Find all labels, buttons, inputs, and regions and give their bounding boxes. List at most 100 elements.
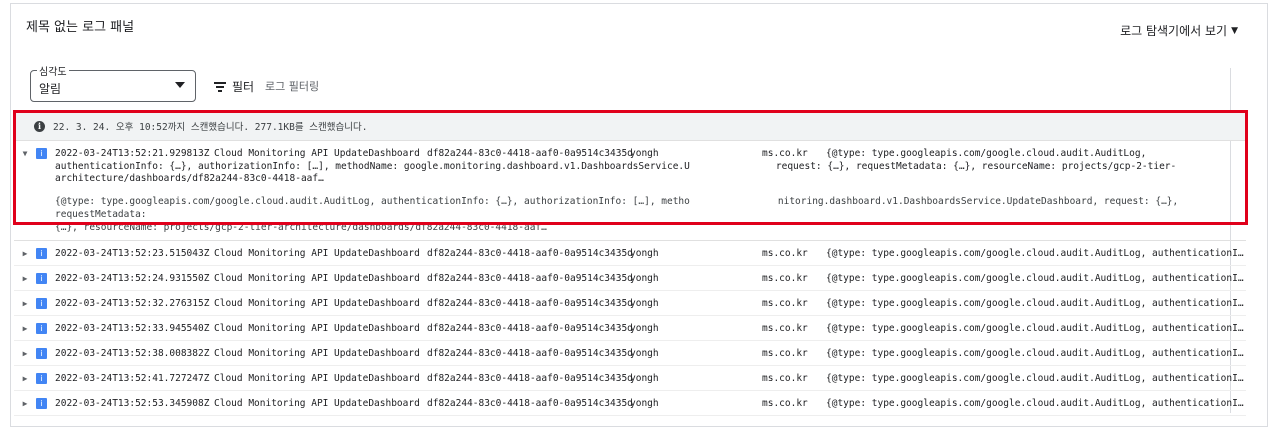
log-timestamp: 2022-03-24T13:52:53.345908Z [55, 397, 210, 409]
log-method: UpdateDashboard [334, 322, 420, 334]
log-service: Cloud Monitoring API [214, 397, 329, 409]
log-payload-line2: {…}, resourceName: projects/gcp-2-tier-a… [55, 222, 547, 233]
log-service: Cloud Monitoring API [214, 147, 329, 159]
severity-value: 알림 [39, 82, 62, 96]
expand-icon[interactable]: ▶ [14, 399, 36, 408]
log-list: i 22. 3. 24. 오후 10:52까지 스캔했습니다. 277.1KB를… [14, 112, 1246, 417]
log-resource-id: df82a244-83c0-4418-aaf0-0a9514c3435d [427, 297, 633, 309]
info-icon: i [34, 120, 45, 132]
info-severity-icon: i [36, 247, 47, 259]
log-user: yongh [630, 272, 659, 284]
log-summary-wrap: authenticationInfo: {…}, authorizationIn… [14, 161, 1246, 185]
expand-icon[interactable]: ▶ [14, 249, 36, 258]
log-timestamp: 2022-03-24T13:52:38.008382Z [55, 347, 210, 359]
info-severity-icon: i [36, 347, 47, 359]
log-summary: {@type: type.googleapis.com/google.cloud… [826, 272, 1246, 284]
log-resource-id: df82a244-83c0-4418-aaf0-0a9514c3435d [427, 347, 633, 359]
log-method: UpdateDashboard [334, 347, 420, 359]
log-method: UpdateDashboard [334, 147, 420, 159]
log-resource-id: df82a244-83c0-4418-aaf0-0a9514c3435d [427, 372, 633, 384]
log-timestamp: 2022-03-24T13:52:41.727247Z [55, 372, 210, 384]
log-timestamp: 2022-03-24T13:52:23.515043Z [55, 247, 210, 259]
log-service: Cloud Monitoring API [214, 347, 329, 359]
expand-icon[interactable]: ▶ [14, 374, 36, 383]
log-summary: {@type: type.googleapis.com/google.cloud… [826, 247, 1246, 259]
log-user: yongh [630, 247, 659, 259]
dropdown-caret-icon: ▼ [1231, 25, 1238, 36]
log-summary: {@type: type.googleapis.com/google.cloud… [826, 372, 1246, 384]
log-summary: {@type: type.googleapis.com/google.cloud… [826, 322, 1246, 334]
log-user: yongh [630, 372, 659, 384]
log-summary-line3: architecture/dashboards/df82a244-83c0-44… [55, 173, 324, 184]
log-timestamp: 2022-03-24T13:52:32.276315Z [55, 297, 210, 309]
scan-info-bar: i 22. 3. 24. 오후 10:52까지 스캔했습니다. 277.1KB를… [14, 112, 1246, 141]
chevron-down-icon [175, 82, 185, 88]
log-email-tail: ms.co.kr [762, 397, 808, 409]
log-user: yongh [630, 297, 659, 309]
log-row[interactable]: ▶i2022-03-24T13:52:56.665701ZCloud Monit… [14, 416, 1246, 417]
log-summary: {@type: type.googleapis.com/google.cloud… [826, 397, 1246, 409]
view-in-logs-explorer-button[interactable]: 로그 탐색기에서 보기 ▼ [1120, 22, 1238, 39]
log-service: Cloud Monitoring API [214, 322, 329, 334]
severity-select[interactable]: 심각도 알림 [30, 63, 196, 102]
log-filter-link[interactable]: 로그 필터링 [265, 78, 319, 94]
log-resource-id: df82a244-83c0-4418-aaf0-0a9514c3435d [427, 272, 633, 284]
log-row[interactable]: ▶ i 2022-03-24T13:52:32.276315Z Cloud Monit… [14, 291, 1246, 316]
log-summary-line1: {@type: type.googleapis.com/google.cloud… [826, 147, 1147, 159]
info-severity-icon: i [36, 397, 47, 409]
log-summary: {@type: type.googleapis.com/google.cloud… [826, 297, 1246, 309]
collapse-icon[interactable]: ▼ [14, 149, 36, 158]
expanded-log-entry[interactable]: ▼ i 2022-03-24T13:52:21.929813Z Cloud Mo… [14, 141, 1246, 241]
log-email-tail: ms.co.kr [762, 297, 808, 309]
log-method: UpdateDashboard [334, 247, 420, 259]
log-method: UpdateDashboard [334, 397, 420, 409]
log-row[interactable]: ▶ i 2022-03-24T13:52:23.515043Z Cloud Monit… [14, 241, 1246, 266]
view-in-logs-explorer-label: 로그 탐색기에서 보기 [1120, 24, 1228, 38]
log-service: Cloud Monitoring API [214, 247, 329, 259]
expand-icon[interactable]: ▶ [14, 324, 36, 333]
expand-icon[interactable]: ▶ [14, 349, 36, 358]
severity-label: 심각도 [37, 63, 69, 78]
log-row[interactable]: ▶ i 2022-03-24T13:52:38.008382Z Cloud Monit… [14, 341, 1246, 366]
expand-icon[interactable]: ▶ [14, 299, 36, 308]
info-severity-icon: i [36, 372, 47, 384]
log-user: yongh [630, 347, 659, 359]
log-method: UpdateDashboard [334, 297, 420, 309]
log-timestamp: 2022-03-24T13:52:21.929813Z [55, 147, 210, 159]
log-payload: {@type: type.googleapis.com/google.cloud… [14, 185, 1246, 234]
info-severity-icon: i [36, 322, 47, 334]
log-summary-line2a: authenticationInfo: {…}, authorizationIn… [55, 161, 690, 172]
log-row[interactable]: ▶ i 2022-03-24T13:52:53.345908Z Cloud Monit… [14, 391, 1246, 416]
log-service: Cloud Monitoring API [214, 272, 329, 284]
log-user: yongh [630, 397, 659, 409]
log-service: Cloud Monitoring API [214, 297, 329, 309]
log-email-tail: ms.co.kr [762, 322, 808, 334]
log-user: yongh [630, 322, 659, 334]
info-severity-icon: i [36, 147, 47, 159]
log-row[interactable]: ▶ i 2022-03-24T13:52:41.727247Z Cloud Monit… [14, 366, 1246, 391]
log-timestamp: 2022-03-24T13:52:33.945540Z [55, 322, 210, 334]
log-resource-id: df82a244-83c0-4418-aaf0-0a9514c3435d [427, 147, 633, 159]
log-email-tail: ms.co.kr [762, 347, 808, 359]
log-email-tail: ms.co.kr [762, 372, 808, 384]
log-rows: ▶ i 2022-03-24T13:52:23.515043Z Cloud Monit… [14, 241, 1246, 417]
log-email-tail: ms.co.kr [762, 147, 808, 159]
log-method: UpdateDashboard [334, 272, 420, 284]
filter-button[interactable]: 필터 [214, 78, 254, 95]
scan-info-text: 22. 3. 24. 오후 10:52까지 스캔했습니다. 277.1KB를 스… [53, 122, 368, 133]
expand-icon[interactable]: ▶ [14, 274, 36, 283]
log-summary: {@type: type.googleapis.com/google.cloud… [826, 347, 1246, 359]
log-resource-id: df82a244-83c0-4418-aaf0-0a9514c3435d [427, 247, 633, 259]
panel-title: 제목 없는 로그 패널 [26, 20, 135, 35]
log-row[interactable]: ▶ i 2022-03-24T13:52:24.931550Z Cloud Monit… [14, 266, 1246, 291]
log-timestamp: 2022-03-24T13:52:24.931550Z [55, 272, 210, 284]
log-row[interactable]: ▶ i 2022-03-24T13:52:33.945540Z Cloud Monit… [14, 316, 1246, 341]
log-resource-id: df82a244-83c0-4418-aaf0-0a9514c3435d [427, 397, 633, 409]
filter-icon [214, 81, 226, 92]
info-severity-icon: i [36, 272, 47, 284]
log-payload-line1a: {@type: type.googleapis.com/google.cloud… [55, 196, 690, 207]
log-entry-header[interactable]: ▼ i 2022-03-24T13:52:21.929813Z Cloud Mo… [14, 145, 1246, 161]
log-resource-id: df82a244-83c0-4418-aaf0-0a9514c3435d [427, 322, 633, 334]
info-severity-icon: i [36, 297, 47, 309]
log-email-tail: ms.co.kr [762, 247, 808, 259]
